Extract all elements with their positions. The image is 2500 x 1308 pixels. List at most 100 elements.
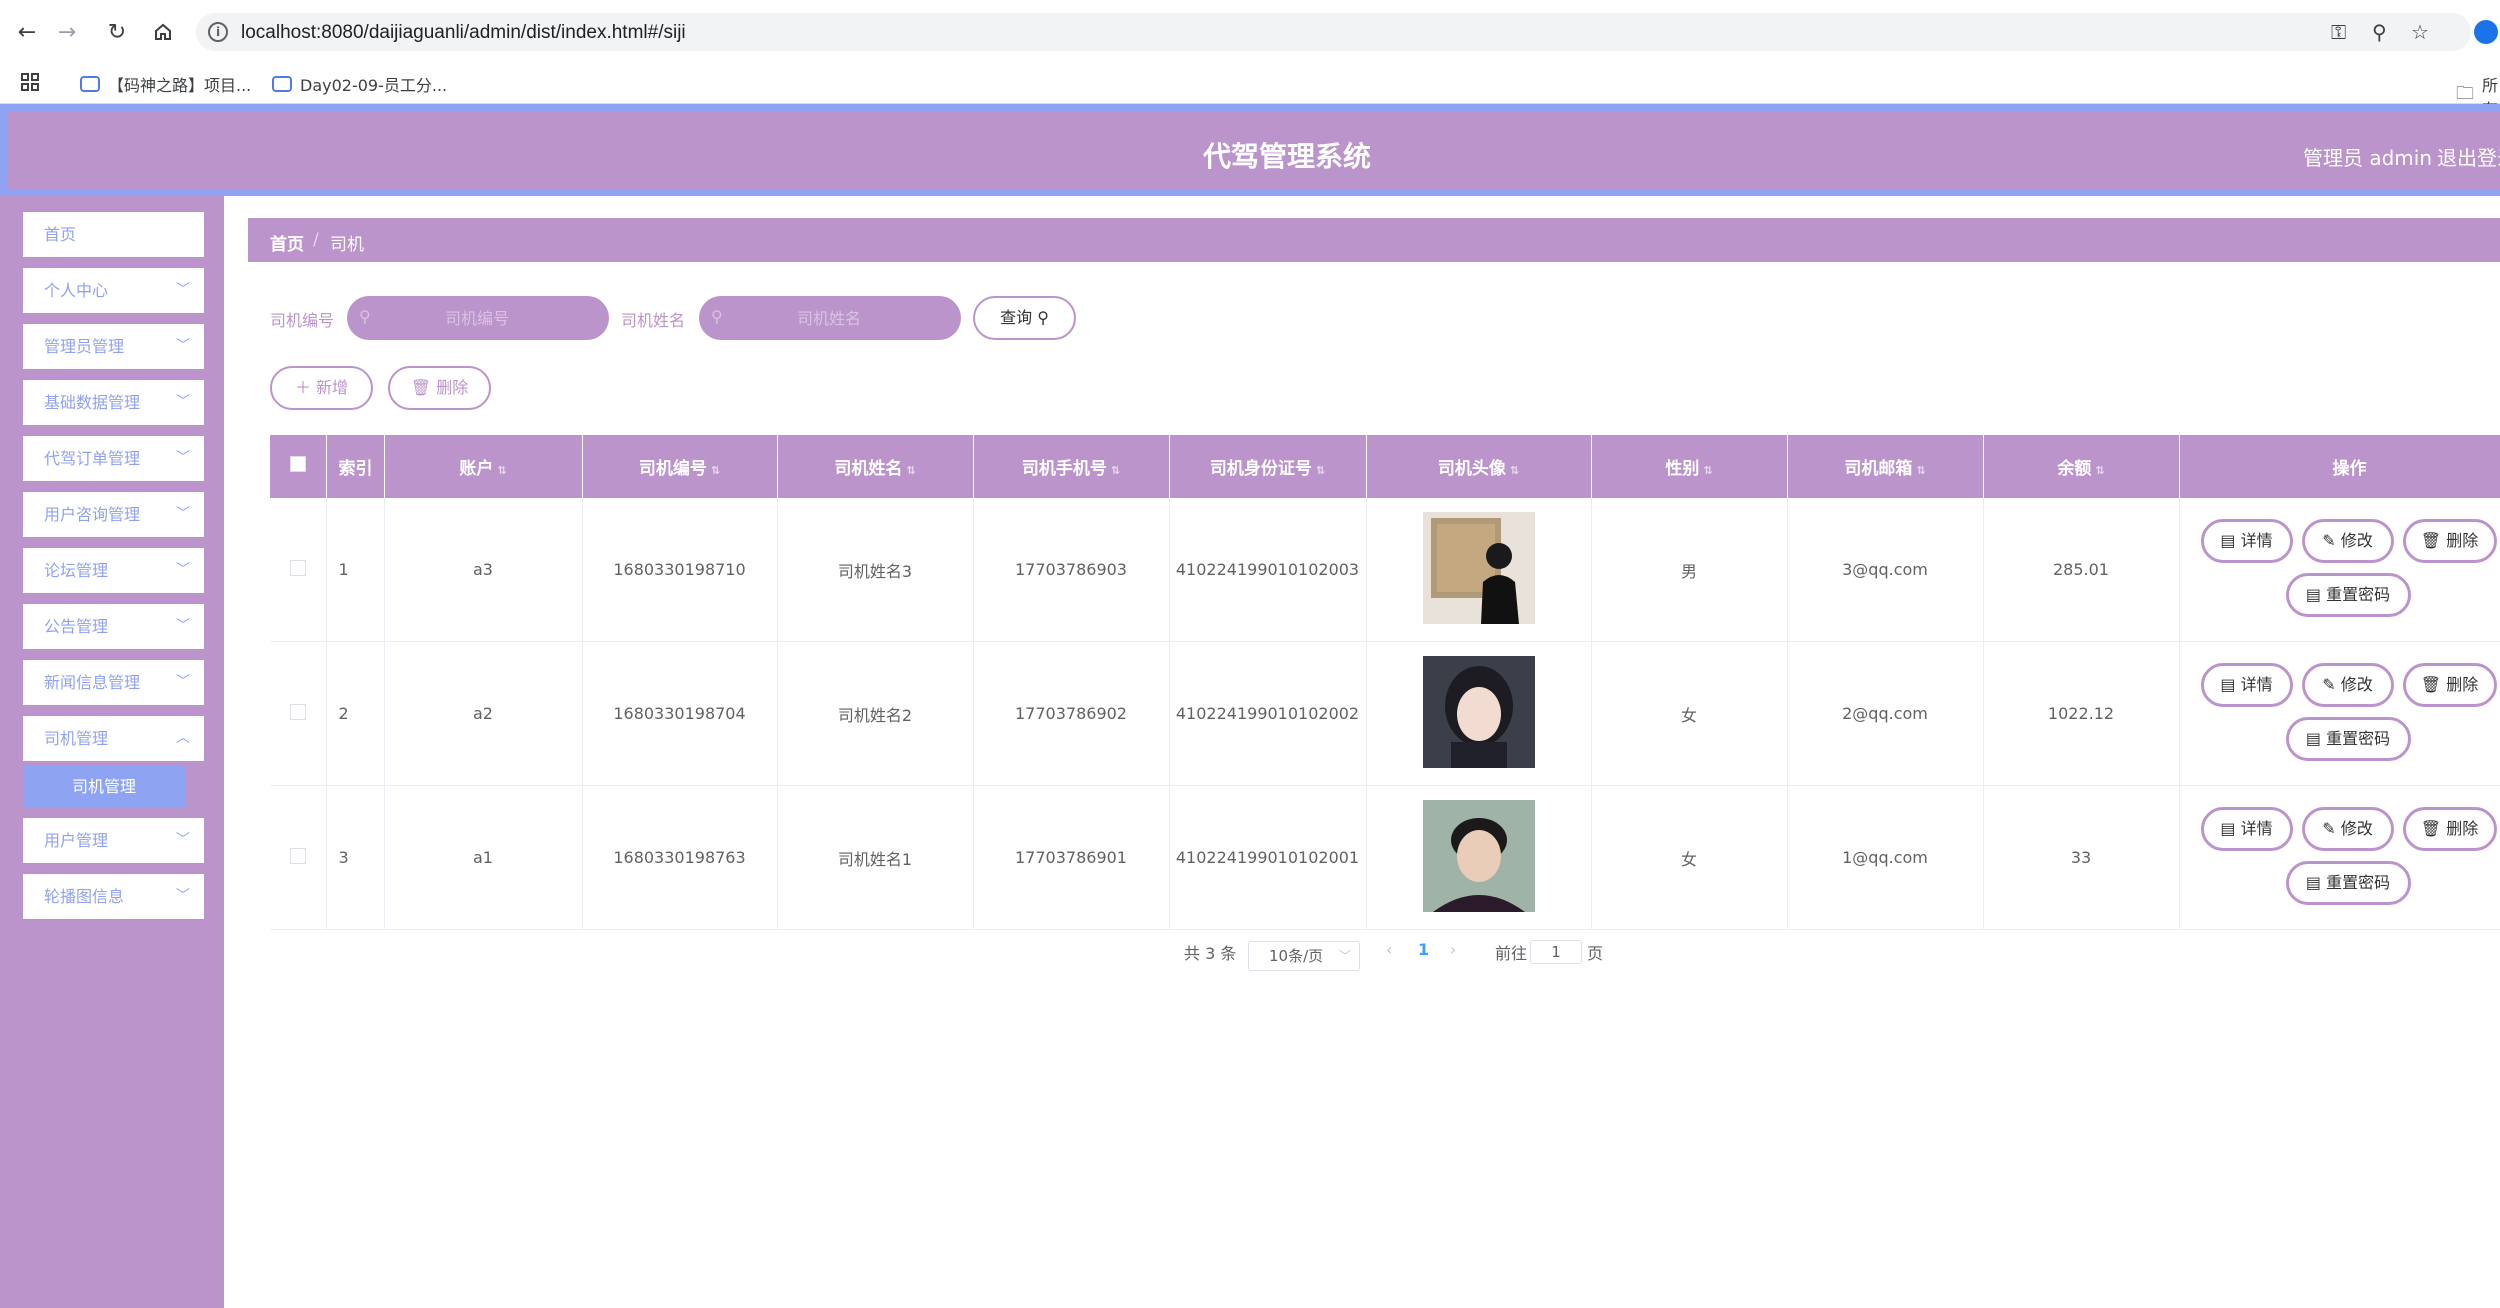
cell-email: 1@qq.com bbox=[1787, 785, 1984, 930]
sidebar-item-consult[interactable]: 用户咨询管理 ﹀ bbox=[23, 492, 204, 537]
goto-page-input[interactable] bbox=[1530, 940, 1582, 964]
col-id-card[interactable]: 司机身份证号 ⇅ bbox=[1169, 435, 1367, 498]
col-operations: 操作 bbox=[2179, 435, 2500, 498]
cell-balance: 1022.12 bbox=[1983, 641, 2180, 786]
sidebar-item-driver[interactable]: 司机管理 ︿ bbox=[23, 716, 204, 761]
driver-avatar[interactable] bbox=[1422, 655, 1535, 768]
delete-button[interactable]: 🗑 删除 bbox=[2402, 807, 2497, 851]
batch-delete-button[interactable]: 🗑 删除 bbox=[388, 366, 491, 410]
edit-button[interactable]: ✎ 修改 bbox=[2301, 519, 2394, 563]
sort-icon[interactable]: ⇅ bbox=[2095, 464, 2104, 477]
sidebar-item-user[interactable]: 用户管理 ﹀ bbox=[23, 818, 204, 863]
cell-phone: 17703786903 bbox=[973, 498, 1170, 642]
delete-button[interactable]: 🗑 删除 bbox=[2402, 519, 2497, 563]
driver-name-input[interactable] bbox=[739, 302, 919, 334]
col-index: 索引 bbox=[326, 435, 385, 498]
forward-icon[interactable]: → bbox=[52, 17, 82, 47]
apps-grid-icon[interactable] bbox=[20, 72, 40, 92]
chevron-down-icon: ﹀ bbox=[176, 282, 190, 298]
document-icon: ▤ bbox=[2220, 531, 2236, 550]
detail-button[interactable]: ▤ 详情 bbox=[2200, 663, 2293, 707]
sidebar-item-home[interactable]: 首页 bbox=[23, 212, 204, 257]
cell-operations: ▤ 详情 ✎ 修改 🗑 删除 ▤ 重置密码 bbox=[2179, 641, 2500, 786]
sort-icon[interactable]: ⇅ bbox=[497, 464, 506, 477]
query-button[interactable]: 查询 ⚲ bbox=[973, 296, 1076, 340]
col-email[interactable]: 司机邮箱 ⇅ bbox=[1787, 435, 1984, 498]
row-checkbox[interactable] bbox=[289, 703, 306, 720]
col-balance[interactable]: 余额 ⇅ bbox=[1983, 435, 2180, 498]
back-icon[interactable]: ← bbox=[12, 17, 42, 47]
sort-icon[interactable]: ⇅ bbox=[1316, 464, 1325, 477]
bookmark-item[interactable]: 【码神之路】项目... bbox=[80, 72, 251, 96]
row-checkbox[interactable] bbox=[289, 847, 306, 864]
sort-icon[interactable]: ⇅ bbox=[711, 464, 720, 477]
col-phone[interactable]: 司机手机号 ⇅ bbox=[973, 435, 1170, 498]
select-all-checkbox[interactable] bbox=[289, 456, 306, 472]
cell-avatar bbox=[1366, 785, 1592, 930]
sidebar-item-notice[interactable]: 公告管理 ﹀ bbox=[23, 604, 204, 649]
driver-no-input[interactable] bbox=[387, 302, 567, 334]
cell-account: a2 bbox=[384, 641, 583, 786]
reset-password-button[interactable]: ▤ 重置密码 bbox=[2285, 861, 2411, 905]
add-button[interactable]: ＋ 新增 bbox=[270, 366, 373, 410]
cell-driver-no: 1680330198710 bbox=[582, 498, 778, 642]
sidebar-item-personal-center[interactable]: 个人中心 ﹀ bbox=[23, 268, 204, 313]
search-icon: ⚲ bbox=[1037, 308, 1049, 327]
detail-button[interactable]: ▤ 详情 bbox=[2200, 519, 2293, 563]
reset-password-button[interactable]: ▤ 重置密码 bbox=[2285, 717, 2411, 761]
next-page-icon[interactable]: › bbox=[1450, 940, 1456, 959]
delete-button[interactable]: 🗑 删除 bbox=[2402, 663, 2497, 707]
edit-icon: ✎ bbox=[2322, 675, 2336, 694]
zoom-icon[interactable]: ⚲ bbox=[2372, 20, 2387, 44]
home-icon[interactable] bbox=[148, 17, 178, 47]
col-account[interactable]: 账户 ⇅ bbox=[384, 435, 583, 498]
document-icon: ▤ bbox=[2305, 873, 2321, 892]
prev-page-icon[interactable]: ‹ bbox=[1386, 940, 1392, 959]
driver-avatar[interactable] bbox=[1422, 511, 1535, 624]
sidebar-subitem-driver-manage[interactable]: 司机管理 bbox=[23, 766, 185, 808]
sidebar-item-carousel[interactable]: 轮播图信息 ﹀ bbox=[23, 874, 204, 919]
page-size-select[interactable]: 10条/页 ﹀ bbox=[1248, 941, 1360, 971]
sidebar-item-basic-data[interactable]: 基础数据管理 ﹀ bbox=[23, 380, 204, 425]
profile-icon[interactable] bbox=[2474, 20, 2498, 44]
edit-icon: ✎ bbox=[2322, 531, 2336, 550]
search-icon: ⚲ bbox=[359, 307, 371, 326]
sort-icon[interactable]: ⇅ bbox=[1916, 464, 1925, 477]
col-avatar[interactable]: 司机头像 ⇅ bbox=[1366, 435, 1592, 498]
cell-driver-name: 司机姓名1 bbox=[777, 785, 974, 930]
site-info-icon[interactable]: i bbox=[208, 22, 228, 42]
edit-button[interactable]: ✎ 修改 bbox=[2301, 807, 2394, 851]
row-select-cell bbox=[270, 785, 327, 930]
edit-button[interactable]: ✎ 修改 bbox=[2301, 663, 2394, 707]
driver-avatar[interactable] bbox=[1422, 799, 1535, 912]
row-checkbox[interactable] bbox=[289, 559, 306, 576]
breadcrumb-home[interactable]: 首页 bbox=[270, 230, 304, 255]
url-text: localhost:8080/daijiaguanli/admin/dist/i… bbox=[241, 22, 686, 43]
bookmark-item[interactable]: Day02-09-员工分... bbox=[272, 72, 447, 96]
col-driver-name[interactable]: 司机姓名 ⇅ bbox=[777, 435, 974, 498]
sort-icon[interactable]: ⇅ bbox=[1111, 464, 1120, 477]
cell-driver-no: 1680330198704 bbox=[582, 641, 778, 786]
cell-operations: ▤ 详情 ✎ 修改 🗑 删除 ▤ 重置密码 bbox=[2179, 498, 2500, 642]
detail-button[interactable]: ▤ 详情 bbox=[2200, 807, 2293, 851]
sort-icon[interactable]: ⇅ bbox=[1703, 464, 1712, 477]
cell-avatar bbox=[1366, 498, 1592, 642]
col-driver-no[interactable]: 司机编号 ⇅ bbox=[582, 435, 778, 498]
sort-icon[interactable]: ⇅ bbox=[906, 464, 915, 477]
bookmark-star-icon[interactable]: ☆ bbox=[2411, 20, 2429, 44]
sidebar-item-orders[interactable]: 代驾订单管理 ﹀ bbox=[23, 436, 204, 481]
logout-link[interactable]: 退出登录 bbox=[2437, 142, 2500, 171]
row-select-cell bbox=[270, 641, 327, 786]
address-bar[interactable]: i localhost:8080/daijiaguanli/admin/dist… bbox=[196, 13, 2471, 51]
trash-icon: 🗑 bbox=[410, 378, 432, 397]
reload-icon[interactable]: ↻ bbox=[102, 17, 132, 47]
page-number-current[interactable]: 1 bbox=[1418, 940, 1429, 959]
breadcrumb-current: 司机 bbox=[330, 235, 364, 255]
sidebar-item-news[interactable]: 新闻信息管理 ﹀ bbox=[23, 660, 204, 705]
sort-icon[interactable]: ⇅ bbox=[1510, 464, 1519, 477]
sidebar-item-forum[interactable]: 论坛管理 ﹀ bbox=[23, 548, 204, 593]
password-key-icon[interactable]: ⚿ bbox=[2331, 20, 2346, 44]
sidebar-item-admin-manage[interactable]: 管理员管理 ﹀ bbox=[23, 324, 204, 369]
reset-password-button[interactable]: ▤ 重置密码 bbox=[2285, 573, 2411, 617]
col-gender[interactable]: 性别 ⇅ bbox=[1591, 435, 1788, 498]
